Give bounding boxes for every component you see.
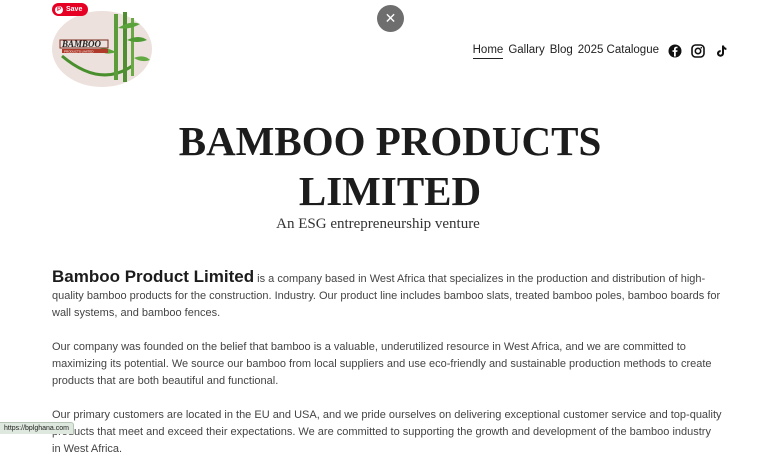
tiktok-icon[interactable]	[714, 44, 728, 58]
close-button[interactable]: ✕	[377, 5, 404, 32]
page-title: BAMBOO PRODUCTS LIMITED	[0, 116, 768, 216]
nav-home[interactable]: Home	[472, 44, 504, 59]
logo-text: BAMBOO	[61, 39, 102, 49]
main-content: Bamboo Product Limited is a company base…	[52, 268, 722, 475]
facebook-icon[interactable]	[668, 44, 682, 58]
status-bar-url: https://bplghana.com	[0, 422, 74, 434]
founding-paragraph: Our company was founded on the belief th…	[52, 341, 712, 387]
save-label: Save	[66, 6, 83, 13]
pinterest-save-button[interactable]: P Save	[52, 3, 89, 16]
nav-catalogue[interactable]: 2025 Catalogue	[578, 44, 659, 58]
logo-subtext: PRODUCTS LIMITED	[64, 50, 94, 54]
page-title-line2: LIMITED	[298, 168, 482, 214]
intro-paragraph: Bamboo Product Limited is a company base…	[52, 268, 722, 322]
customers-paragraph: Our primary customers are located in the…	[52, 409, 722, 455]
nav-blog[interactable]: Blog	[550, 44, 573, 58]
page-subtitle: An ESG entrepreneurship venture	[276, 216, 480, 232]
page-title-line1: BAMBOO PRODUCTS	[178, 118, 602, 164]
instagram-icon[interactable]	[691, 44, 705, 58]
site-logo[interactable]: BAMBOO PRODUCTS LIMITED	[52, 8, 154, 90]
pinterest-icon: P	[55, 5, 63, 14]
close-icon: ✕	[384, 10, 397, 26]
nav-gallary[interactable]: Gallary	[508, 44, 544, 58]
main-nav: Home Gallary Blog 2025 Catalogue	[472, 42, 728, 60]
intro-lead: Bamboo Product Limited	[52, 267, 255, 286]
